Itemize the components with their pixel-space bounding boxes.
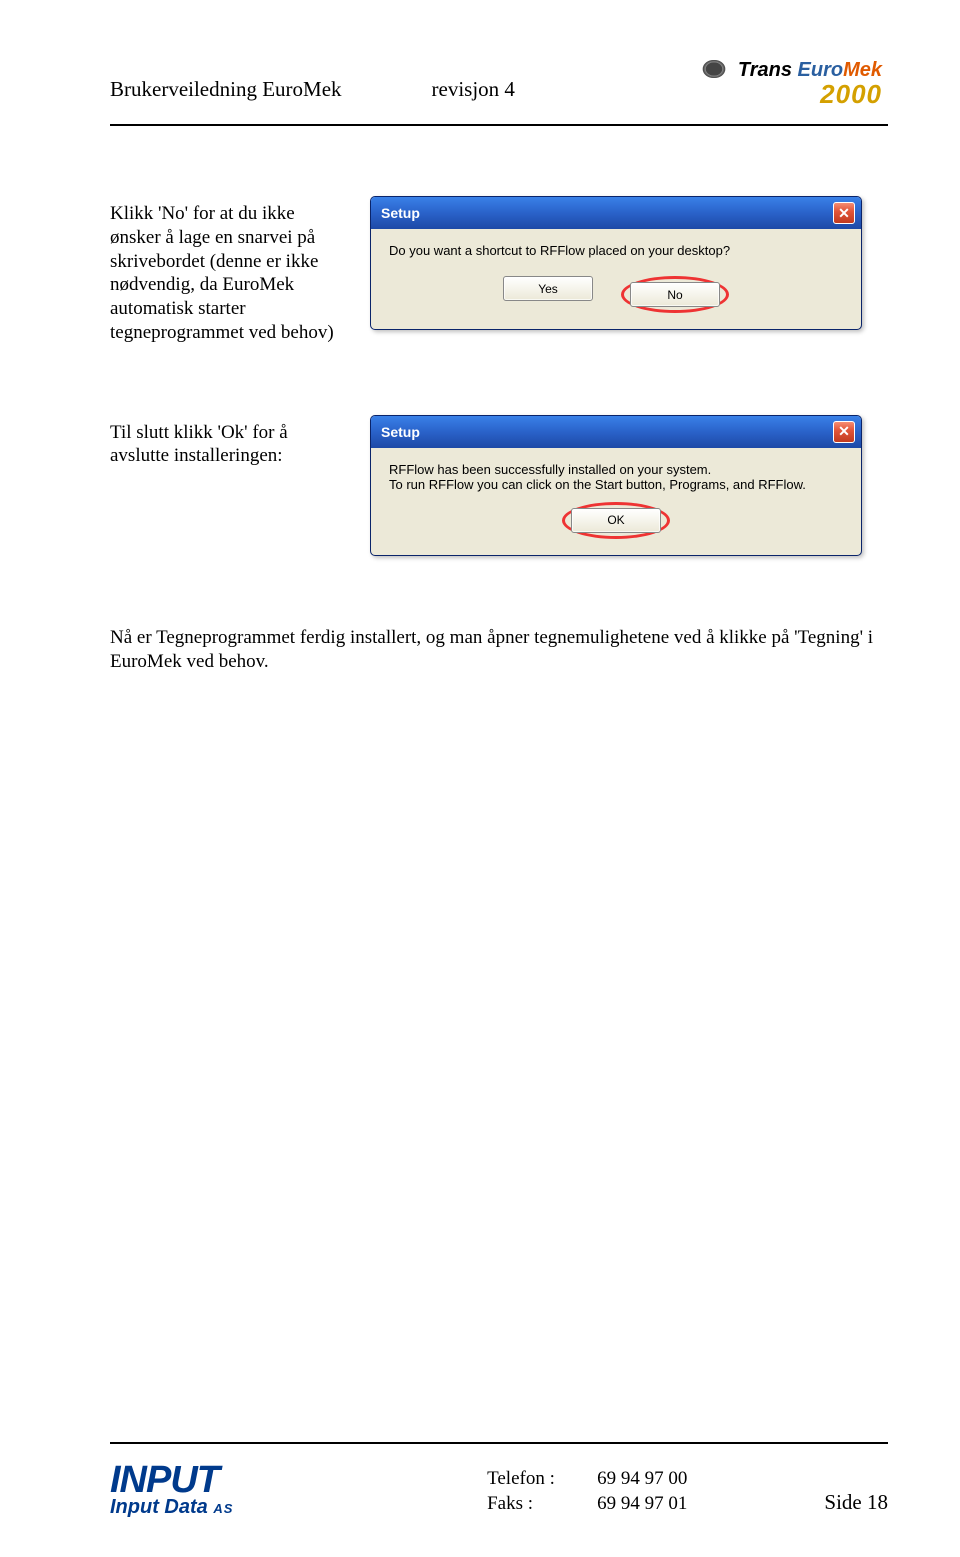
dialog2-line1: RFFlow has been successfully installed o… [389,462,843,477]
contact-block: Telefon : 69 94 97 00 Faks : 69 94 97 01 [487,1466,687,1517]
close-icon: ✕ [838,205,850,222]
page-footer: INPUT Input Data AS Telefon : 69 94 97 0… [110,1436,888,1517]
step-row-2: Til slutt klikk 'Ok' for å avslutte inst… [110,415,888,556]
page-header: Brukerveiledning EuroMek revisjon 4 Tran… [110,60,888,118]
dialog1-message: Do you want a shortcut to RFFlow placed … [389,243,843,258]
setup-dialog-shortcut: Setup ✕ Do you want a shortcut to RFFlow… [370,196,862,330]
logo-year: 2000 [652,81,882,108]
logo-mek: Mek [843,59,882,81]
phone-label: Telefon : [487,1466,597,1492]
dialog2-close-button[interactable]: ✕ [833,421,855,443]
header-divider [110,124,888,126]
doc-title: Brukerveiledning EuroMek [110,77,342,102]
dialog1-titlebar: Setup ✕ [371,197,861,229]
dialog2-titlebar: Setup ✕ [371,416,861,448]
summary-text: Nå er Tegneprogrammet ferdig installert,… [110,626,888,675]
footer-logo-top: INPUT [110,1462,350,1498]
fax-label: Faks : [487,1491,597,1517]
no-button[interactable]: No [630,282,720,307]
footer-logo-as: AS [213,1501,233,1516]
red-circle-highlight: No [621,276,729,313]
logo-trans: Trans [738,59,792,81]
logo-euro: Euro [798,59,844,81]
header-left: Brukerveiledning EuroMek revisjon 4 [110,77,515,102]
dialog1-close-button[interactable]: ✕ [833,202,855,224]
dialog1-title: Setup [381,205,420,221]
setup-dialog-complete: Setup ✕ RFFlow has been successfully ins… [370,415,862,556]
yes-button[interactable]: Yes [503,276,593,301]
instruction-1: Klikk 'No' for at du ikke ønsker å lage … [110,196,350,345]
revision: revisjon 4 [432,77,515,102]
tire-icon [694,60,734,78]
dialog2-line2: To run RFFlow you can click on the Start… [389,477,843,492]
step-row-1: Klikk 'No' for at du ikke ønsker å lage … [110,196,888,345]
close-icon: ✕ [838,423,850,440]
fax-value: 69 94 97 01 [597,1491,687,1517]
instruction-2: Til slutt klikk 'Ok' for å avslutte inst… [110,415,350,469]
footer-logo: INPUT Input Data AS [110,1462,350,1517]
red-circle-highlight: OK [562,502,670,539]
footer-divider [110,1442,888,1444]
footer-logo-bottom: Input Data [110,1496,208,1518]
ok-button[interactable]: OK [571,508,661,533]
dialog2-title: Setup [381,424,420,440]
phone-value: 69 94 97 00 [597,1466,687,1492]
header-logo: Trans EuroMek 2000 [652,60,888,118]
page-number: Side 18 [824,1490,888,1517]
